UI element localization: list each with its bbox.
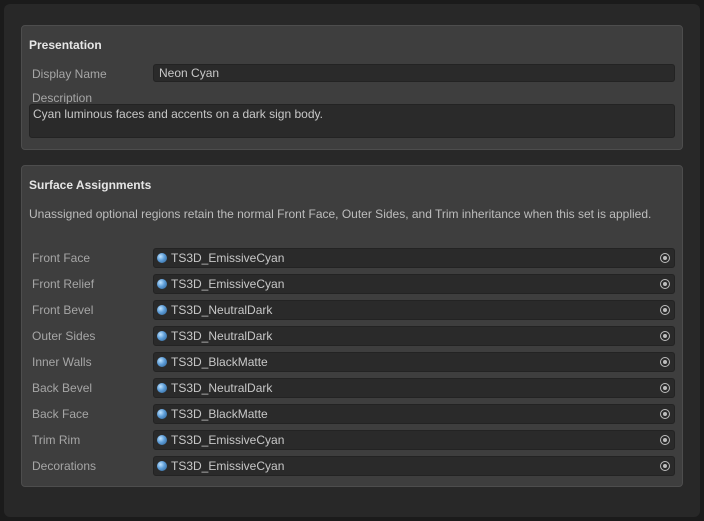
object-picker-icon[interactable] bbox=[660, 305, 670, 315]
object-picker-icon[interactable] bbox=[660, 331, 670, 341]
surface-label: Front Relief bbox=[32, 277, 95, 291]
surface-row-front-face: Front Face TS3D_EmissiveCyan bbox=[22, 248, 682, 268]
object-picker-icon[interactable] bbox=[660, 461, 670, 471]
material-sphere-icon bbox=[157, 435, 167, 445]
surface-row-front-relief: Front Relief TS3D_EmissiveCyan bbox=[22, 274, 682, 294]
material-sphere-icon bbox=[157, 383, 167, 393]
surface-row-outer-sides: Outer Sides TS3D_NeutralDark bbox=[22, 326, 682, 346]
surface-label: Back Bevel bbox=[32, 381, 93, 395]
surface-label: Decorations bbox=[32, 459, 97, 473]
surface-label: Back Face bbox=[32, 407, 89, 421]
material-sphere-icon bbox=[157, 409, 167, 419]
material-name: TS3D_EmissiveCyan bbox=[171, 433, 285, 447]
surface-label: Inner Walls bbox=[32, 355, 92, 369]
material-sphere-icon bbox=[157, 253, 167, 263]
surface-label: Trim Rim bbox=[32, 433, 81, 447]
description-field[interactable]: Cyan luminous faces and accents on a dar… bbox=[29, 104, 675, 138]
presentation-title: Presentation bbox=[29, 38, 102, 52]
material-field[interactable]: TS3D_NeutralDark bbox=[153, 326, 675, 346]
surface-assignments-title: Surface Assignments bbox=[29, 178, 152, 192]
material-name: TS3D_EmissiveCyan bbox=[171, 459, 285, 473]
material-field[interactable]: TS3D_NeutralDark bbox=[153, 300, 675, 320]
surface-row-trim-rim: Trim Rim TS3D_EmissiveCyan bbox=[22, 430, 682, 450]
surface-row-decorations: Decorations TS3D_EmissiveCyan bbox=[22, 456, 682, 476]
surface-row-front-bevel: Front Bevel TS3D_NeutralDark bbox=[22, 300, 682, 320]
material-field[interactable]: TS3D_EmissiveCyan bbox=[153, 430, 675, 450]
material-field[interactable]: TS3D_BlackMatte bbox=[153, 404, 675, 424]
surface-label: Front Bevel bbox=[32, 303, 94, 317]
material-name: TS3D_NeutralDark bbox=[171, 303, 273, 317]
object-picker-icon[interactable] bbox=[660, 253, 670, 263]
material-sphere-icon bbox=[157, 461, 167, 471]
material-field[interactable]: TS3D_EmissiveCyan bbox=[153, 456, 675, 476]
surface-assignments-help: Unassigned optional regions retain the n… bbox=[29, 207, 652, 221]
surface-label: Front Face bbox=[32, 251, 91, 265]
object-picker-icon[interactable] bbox=[660, 357, 670, 367]
surface-assignments-panel: Surface Assignments Unassigned optional … bbox=[21, 165, 683, 487]
surface-row-back-bevel: Back Bevel TS3D_NeutralDark bbox=[22, 378, 682, 398]
inspector-window: Presentation Display Name Neon Cyan Desc… bbox=[4, 4, 700, 517]
material-name: TS3D_NeutralDark bbox=[171, 381, 273, 395]
material-sphere-icon bbox=[157, 305, 167, 315]
object-picker-icon[interactable] bbox=[660, 409, 670, 419]
object-picker-icon[interactable] bbox=[660, 435, 670, 445]
material-field[interactable]: TS3D_EmissiveCyan bbox=[153, 248, 675, 268]
material-field[interactable]: TS3D_NeutralDark bbox=[153, 378, 675, 398]
material-name: TS3D_NeutralDark bbox=[171, 329, 273, 343]
material-name: TS3D_BlackMatte bbox=[171, 407, 268, 421]
material-name: TS3D_EmissiveCyan bbox=[171, 277, 285, 291]
material-name: TS3D_BlackMatte bbox=[171, 355, 268, 369]
surface-label: Outer Sides bbox=[32, 329, 96, 343]
material-sphere-icon bbox=[157, 357, 167, 367]
object-picker-icon[interactable] bbox=[660, 383, 670, 393]
material-name: TS3D_EmissiveCyan bbox=[171, 251, 285, 265]
material-field[interactable]: TS3D_BlackMatte bbox=[153, 352, 675, 372]
surface-row-inner-walls: Inner Walls TS3D_BlackMatte bbox=[22, 352, 682, 372]
object-picker-icon[interactable] bbox=[660, 279, 670, 289]
presentation-panel: Presentation Display Name Neon Cyan Desc… bbox=[21, 25, 683, 150]
material-sphere-icon bbox=[157, 279, 167, 289]
material-field[interactable]: TS3D_EmissiveCyan bbox=[153, 274, 675, 294]
material-sphere-icon bbox=[157, 331, 167, 341]
surface-row-back-face: Back Face TS3D_BlackMatte bbox=[22, 404, 682, 424]
display-name-field[interactable]: Neon Cyan bbox=[153, 64, 675, 82]
display-name-label: Display Name bbox=[32, 67, 107, 81]
